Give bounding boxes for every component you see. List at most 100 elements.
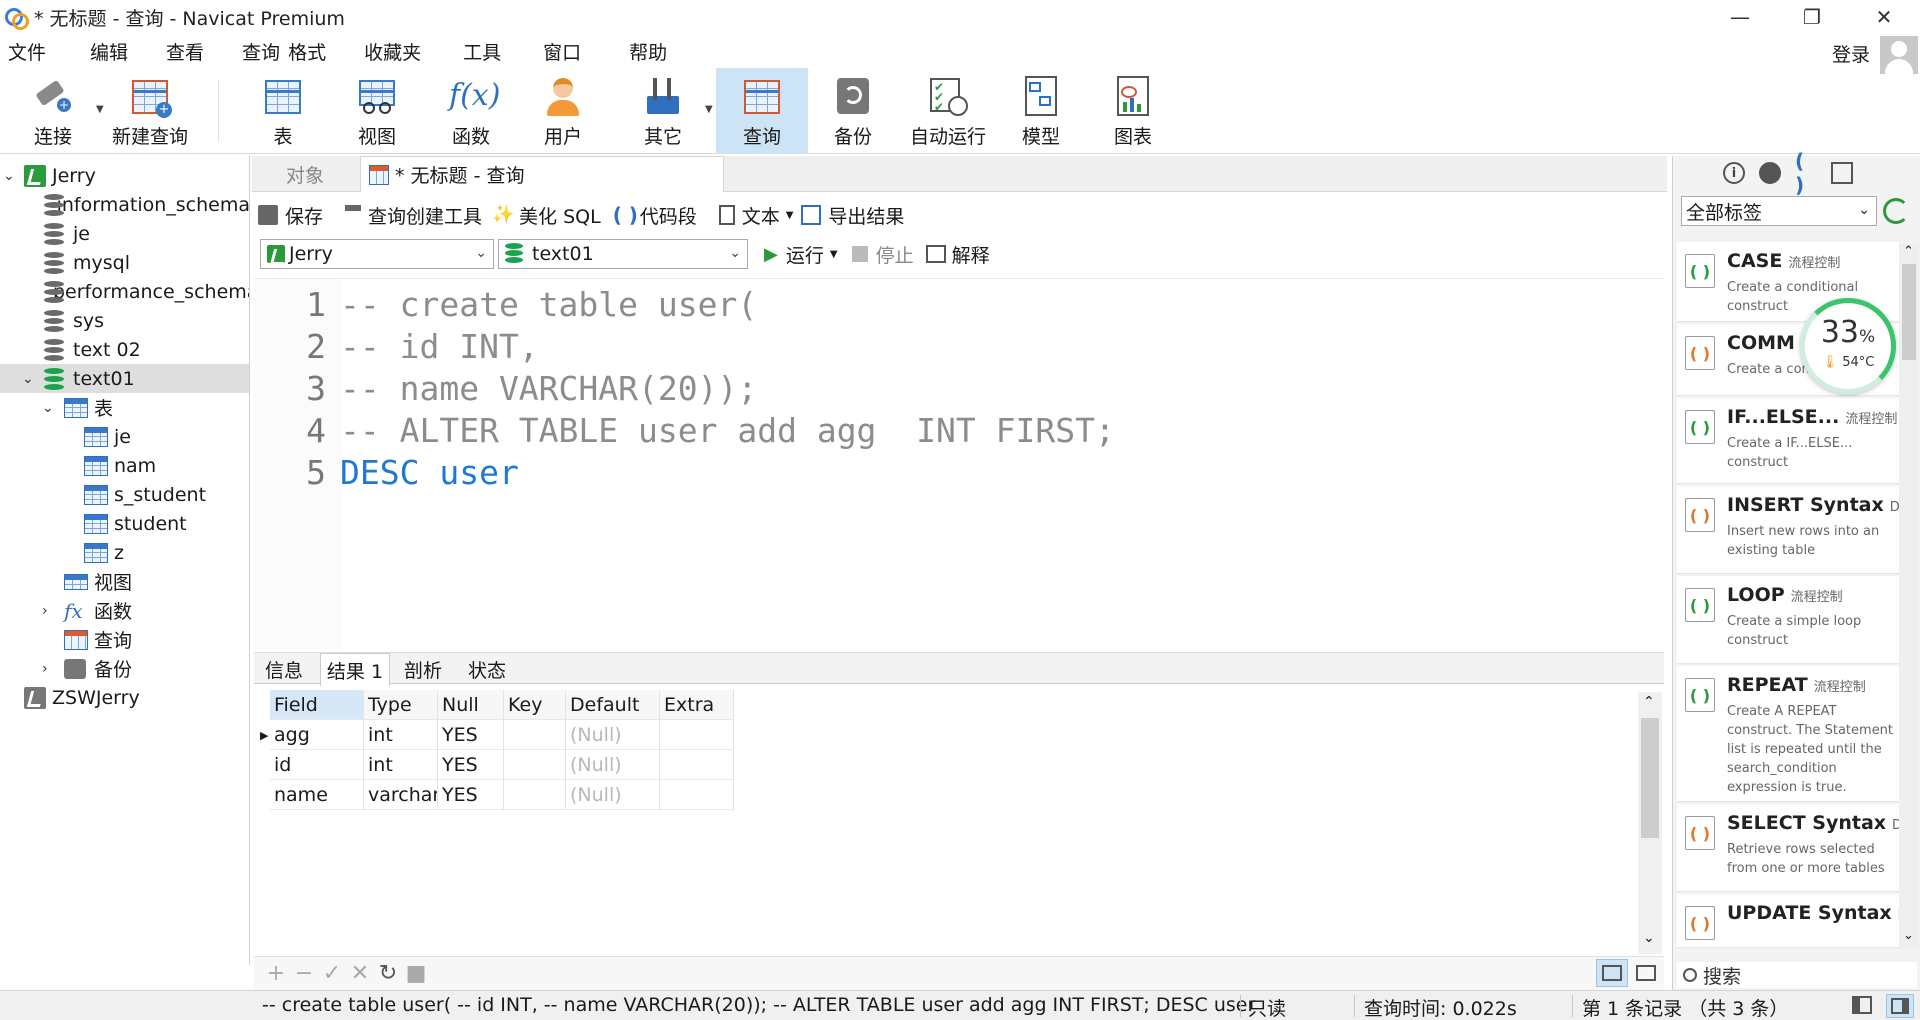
snippet-insert[interactable]: ( ) INSERT SyntaxDM Insert new rows into…: [1677, 486, 1911, 574]
refresh-snippets-icon[interactable]: [1883, 198, 1909, 224]
model-button[interactable]: 模型: [1004, 68, 1078, 154]
scroll-down-icon[interactable]: ⌄: [1643, 930, 1655, 946]
menu-edit[interactable]: 编辑: [82, 38, 128, 65]
expand-icon[interactable]: ›: [42, 661, 48, 677]
text-dropdown-icon[interactable]: ▼: [786, 210, 794, 221]
menu-help[interactable]: 帮助: [621, 38, 667, 65]
scroll-up-icon[interactable]: ⌃: [1903, 244, 1914, 259]
table-row[interactable]: id int YES (Null): [270, 750, 734, 780]
backup-button[interactable]: 备份: [816, 68, 890, 154]
snippet-repeat[interactable]: ( ) REPEAT 流程控制 Create A REPEAT construct…: [1677, 666, 1899, 802]
apply-icon[interactable]: ✓: [318, 961, 346, 986]
export-results-button[interactable]: 导出结果: [801, 202, 904, 229]
tree-table-je[interactable]: je: [0, 422, 249, 451]
column-header[interactable]: Type: [364, 690, 438, 720]
tree-db-text02[interactable]: text 02: [0, 335, 249, 364]
database-select[interactable]: text01 ⌄: [498, 239, 748, 269]
grid-view-button[interactable]: [1596, 959, 1628, 987]
snippet-loop[interactable]: ( ) LOOP 流程控制 Create a simple loop constr…: [1677, 576, 1899, 664]
menu-query[interactable]: 查询: [234, 38, 280, 65]
tab-profile[interactable]: 剖析: [392, 653, 454, 685]
automation-button[interactable]: ✔ ✔ ✔ 自动运行: [906, 68, 990, 154]
snippet-scrollbar[interactable]: ⌃ ⌄: [1899, 244, 1919, 948]
column-header[interactable]: Default: [566, 690, 660, 720]
discard-icon[interactable]: ✕: [346, 961, 374, 986]
users-button[interactable]: 用户: [526, 68, 600, 154]
others-dropdown-icon[interactable]: ▼: [705, 104, 713, 115]
menu-tools[interactable]: 工具: [455, 38, 501, 65]
cpu-usage-gauge[interactable]: 33% 🌡 54°C: [1800, 298, 1896, 394]
object-list-icon[interactable]: [1831, 162, 1853, 184]
text-mode-button[interactable]: 文本 ▼: [718, 202, 794, 229]
menu-window[interactable]: 窗口: [535, 38, 581, 65]
right-pane-toggle-button[interactable]: [1886, 994, 1914, 1018]
snippet-update[interactable]: ( ) UPDATE SyntaxD: [1677, 894, 1899, 948]
snippet-select[interactable]: ( ) SELECT SyntaxDM Retrieve rows select…: [1677, 804, 1913, 892]
tree-horizontal-scrollbar[interactable]: ‹ ›: [0, 963, 249, 965]
tree-table-s-student[interactable]: s_student: [0, 480, 249, 509]
scroll-right-icon[interactable]: ›: [230, 963, 237, 965]
menu-favorites[interactable]: 收藏夹: [356, 38, 421, 65]
functions-button[interactable]: f(x) 函数: [434, 68, 508, 154]
new-query-button[interactable]: + 新建查询: [112, 68, 188, 154]
others-button[interactable]: 其它: [626, 68, 700, 154]
tree-table-nam[interactable]: nam: [0, 451, 249, 480]
tab-query-untitled[interactable]: * 无标题 - 查询: [360, 156, 724, 192]
collapse-icon[interactable]: ⌄: [3, 168, 15, 184]
snippet-search-input[interactable]: 搜索: [1677, 962, 1917, 988]
scroll-up-icon[interactable]: ⌃: [1643, 694, 1655, 710]
tree-db-information-schema[interactable]: information_schema: [0, 190, 249, 219]
tree-connection-zswjerry[interactable]: ZSWJerry: [0, 683, 249, 712]
tree-db-sys[interactable]: sys: [0, 306, 249, 335]
scroll-thumb[interactable]: [1902, 264, 1916, 360]
info-icon[interactable]: i: [1723, 162, 1745, 184]
snippet-tag-filter[interactable]: 全部标签 ⌄: [1681, 196, 1877, 226]
tree-connection-jerry[interactable]: ⌄ Jerry: [0, 161, 249, 190]
tree-db-je[interactable]: je: [0, 219, 249, 248]
menu-file[interactable]: 文件: [0, 38, 46, 65]
scroll-thumb[interactable]: [1641, 718, 1659, 838]
column-header[interactable]: Key: [504, 690, 566, 720]
connect-button[interactable]: + 连接: [20, 68, 86, 154]
views-button[interactable]: 视图: [340, 68, 414, 154]
tab-result-1[interactable]: 结果 1: [320, 653, 390, 686]
collapse-icon[interactable]: ⌄: [42, 400, 54, 416]
column-header[interactable]: Extra: [660, 690, 734, 720]
close-button[interactable]: ✕: [1848, 0, 1920, 34]
collapse-icon[interactable]: ⌄: [22, 371, 34, 387]
minimize-button[interactable]: —: [1704, 0, 1776, 34]
tab-info[interactable]: 信息: [254, 653, 314, 685]
stop-icon[interactable]: ■: [402, 961, 430, 986]
code-snippet-button[interactable]: ( ) 代码段: [613, 202, 697, 229]
table-row[interactable]: ▶ agg int YES (Null): [260, 720, 734, 750]
connect-dropdown-icon[interactable]: ▼: [96, 104, 104, 115]
restore-button[interactable]: ❐: [1776, 0, 1848, 34]
add-row-icon[interactable]: +: [262, 961, 290, 986]
menu-view[interactable]: 查看: [158, 38, 204, 65]
menu-format[interactable]: 格式: [280, 38, 326, 65]
column-header[interactable]: Null: [438, 690, 504, 720]
beautify-sql-button[interactable]: ✨ 美化 SQL: [492, 202, 601, 229]
tree-table-student[interactable]: student: [0, 509, 249, 538]
tree-table-z[interactable]: z: [0, 538, 249, 567]
run-button[interactable]: ▶ 运行 ▼: [764, 241, 838, 268]
scroll-down-icon[interactable]: ⌄: [1903, 928, 1914, 943]
tree-group-functions[interactable]: › fx 函数: [0, 596, 249, 625]
chart-button[interactable]: 图表: [1096, 68, 1170, 154]
refresh-icon[interactable]: ↻: [374, 961, 402, 986]
snippet-icon[interactable]: ( ): [1795, 149, 1817, 197]
explain-button[interactable]: 解释: [925, 241, 990, 268]
connection-select[interactable]: Jerry ⌄: [260, 239, 494, 269]
tree-db-performance-schema[interactable]: performance_schema: [0, 277, 249, 306]
table-row[interactable]: name varchar( YES (Null): [270, 780, 734, 810]
snippet-if-else[interactable]: ( ) IF...ELSE... 流程控制 Create a IF...ELSE.…: [1677, 398, 1899, 484]
login-link[interactable]: 登录: [1832, 40, 1870, 67]
query-builder-button[interactable]: 查询创建工具: [345, 202, 482, 229]
tab-objects[interactable]: 对象: [252, 156, 358, 192]
tree-db-mysql[interactable]: mysql: [0, 248, 249, 277]
tables-button[interactable]: 表: [246, 68, 320, 154]
ddl-icon[interactable]: [1759, 162, 1781, 184]
scroll-left-icon[interactable]: ‹: [8, 963, 15, 965]
run-dropdown-icon[interactable]: ▼: [830, 249, 838, 260]
stop-button[interactable]: 停止: [851, 241, 914, 268]
